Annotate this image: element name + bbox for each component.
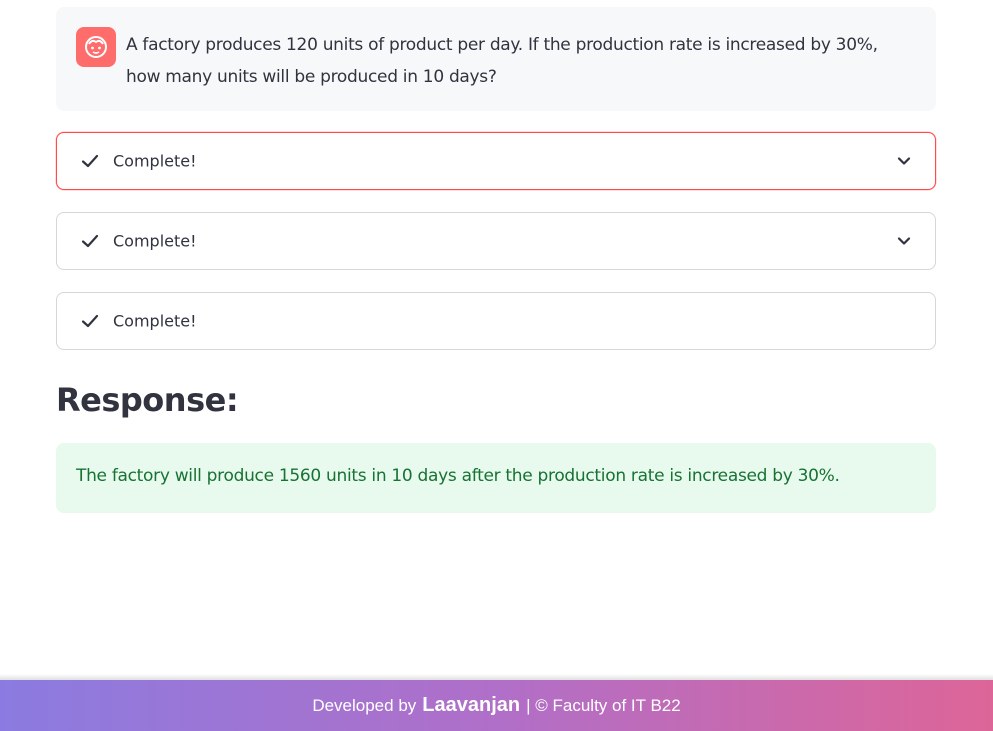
status-label: Complete! [113, 311, 197, 331]
response-success-box: The factory will produce 1560 units in 1… [56, 443, 936, 513]
check-icon [81, 154, 99, 168]
footer-prefix: Developed by [312, 695, 417, 715]
footer-suffix: | © Faculty of IT B22 [526, 695, 681, 715]
footer-author: Laavanjan [422, 694, 521, 716]
status-expander-1[interactable]: Complete! [56, 132, 936, 190]
check-icon [81, 234, 99, 248]
status-label: Complete! [113, 231, 197, 251]
status-label: Complete! [113, 151, 197, 171]
response-heading: Response: [56, 381, 239, 419]
chevron-down-icon[interactable] [895, 152, 913, 170]
status-box-3: Complete! [56, 292, 936, 350]
question-text: A factory produces 120 units of product … [126, 35, 878, 87]
status-expander-2[interactable]: Complete! [56, 212, 936, 270]
user-face-icon [76, 27, 116, 67]
footer: Developed by Laavanjan | © Faculty of IT… [0, 680, 993, 731]
chevron-down-icon[interactable] [895, 232, 913, 250]
response-text: The factory will produce 1560 units in 1… [76, 466, 840, 486]
chat-message-user: A factory produces 120 units of product … [56, 7, 936, 111]
check-icon [81, 314, 99, 328]
